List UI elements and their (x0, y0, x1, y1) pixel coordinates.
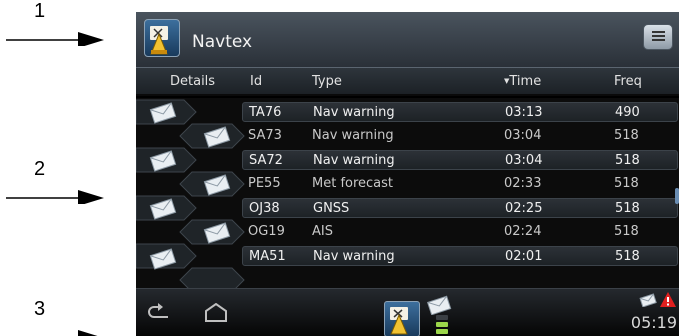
cell-freq: 490 (615, 105, 640, 120)
message-icon (427, 295, 452, 315)
cell-time: 03:13 (505, 105, 543, 120)
column-header-type[interactable]: Type (312, 74, 342, 89)
cell-id: OJ38 (249, 201, 280, 216)
menu-icon[interactable] (643, 24, 673, 50)
message-details-icon[interactable] (202, 126, 262, 148)
table-row[interactable]: PE55 Met forecast 02:33 518 (242, 174, 678, 194)
signal-bar (436, 329, 448, 334)
callout-3: 3 (0, 298, 130, 336)
cell-type: Nav warning (313, 105, 395, 120)
clock: 05:19 (630, 313, 677, 332)
cell-type: Nav warning (312, 128, 394, 143)
device-screen: Navtex Details Id Type ▼Time Freq TA76 N… (136, 12, 679, 336)
cell-time: 03:04 (504, 128, 542, 143)
cell-freq: 518 (615, 153, 640, 168)
message-details-icon[interactable] (148, 248, 208, 270)
table-row[interactable]: SA72 Nav warning 03:04 518 (242, 150, 678, 170)
cell-id: SA72 (249, 153, 283, 168)
callout-arrow-icon (6, 190, 104, 204)
column-header-time[interactable]: ▼Time (504, 74, 541, 89)
cell-freq: 518 (614, 128, 639, 143)
cell-id: MA51 (249, 249, 286, 264)
column-header-id[interactable]: Id (250, 74, 262, 89)
navtex-launcher-icon[interactable] (384, 301, 420, 336)
signal-bar (436, 322, 448, 327)
callout-2: 2 (0, 158, 130, 204)
title-bar: Navtex (136, 12, 679, 68)
callout-1: 1 (0, 0, 130, 46)
callout-arrow-icon (78, 330, 98, 336)
cell-freq: 518 (614, 176, 639, 191)
callout-arrow-icon (6, 32, 104, 46)
cell-type: Nav warning (313, 153, 395, 168)
cell-type: AIS (312, 224, 333, 239)
message-details-icon[interactable] (148, 198, 208, 220)
message-details-icon[interactable] (202, 174, 262, 196)
scrollbar-thumb[interactable] (675, 188, 679, 204)
cell-time: 02:33 (504, 176, 542, 191)
alert-icon[interactable] (659, 291, 677, 309)
table-header: Details Id Type ▼Time Freq (136, 68, 679, 96)
cell-freq: 518 (614, 224, 639, 239)
cell-time: 02:25 (505, 201, 543, 216)
figure: 1 2 3 Navtex Details Id Type ▼Time Freq … (0, 0, 679, 336)
signal-bar (436, 315, 448, 320)
cell-freq: 518 (615, 249, 640, 264)
cell-type: Nav warning (313, 249, 395, 264)
message-list: TA76 Nav warning 03:13 490 SA73 Nav warn… (136, 98, 679, 288)
table-row[interactable]: MA51 Nav warning 02:01 518 (242, 246, 678, 266)
message-details-icon[interactable] (148, 150, 208, 172)
cell-time: 02:01 (505, 249, 543, 264)
cell-freq: 518 (615, 201, 640, 216)
signal-indicator (436, 315, 448, 336)
app-title: Navtex (192, 32, 253, 52)
table-row[interactable]: OJ38 GNSS 02:25 518 (242, 198, 678, 218)
message-icon (639, 293, 657, 307)
cell-type: Met forecast (312, 176, 394, 191)
cell-time: 03:04 (505, 153, 543, 168)
cell-id: TA76 (249, 105, 282, 120)
table-row[interactable]: TA76 Nav warning 03:13 490 (242, 102, 678, 122)
home-icon[interactable] (202, 303, 230, 323)
table-row[interactable]: OG19 AIS 02:24 518 (242, 222, 678, 242)
message-details-icon[interactable] (148, 102, 208, 124)
cell-type: GNSS (313, 201, 350, 216)
message-details-icon[interactable] (202, 222, 262, 244)
column-header-time-label: Time (509, 74, 542, 89)
back-icon[interactable] (148, 303, 176, 323)
table-row[interactable]: SA73 Nav warning 03:04 518 (242, 126, 678, 146)
column-header-freq[interactable]: Freq (614, 74, 642, 89)
column-header-details[interactable]: Details (170, 74, 215, 89)
cell-time: 02:24 (504, 224, 542, 239)
system-bar: 05:19 (136, 288, 679, 336)
navtex-buoy-icon[interactable] (144, 19, 180, 57)
